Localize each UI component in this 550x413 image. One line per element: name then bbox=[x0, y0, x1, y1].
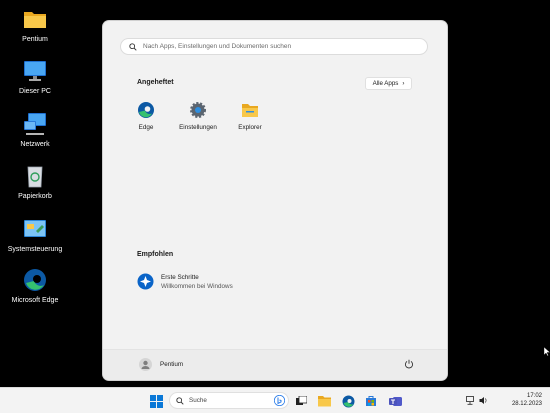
desktop-icon-systemsteuerung[interactable]: Systemsteuerung bbox=[5, 216, 65, 253]
user-name: Pentium bbox=[160, 361, 184, 368]
desktop-icon-netzwerk[interactable]: Netzwerk bbox=[5, 111, 65, 148]
desktop-icon-label: Pentium bbox=[22, 36, 48, 43]
clock-time: 17:02 bbox=[526, 393, 542, 399]
desktop-icon-papierkorb[interactable]: Papierkorb bbox=[5, 163, 65, 200]
power-icon[interactable] bbox=[404, 359, 414, 369]
start-button[interactable] bbox=[148, 393, 164, 409]
search-icon bbox=[129, 42, 137, 51]
network-icon bbox=[24, 113, 46, 135]
get-started-icon bbox=[137, 273, 154, 290]
edge-icon bbox=[24, 269, 46, 291]
mouse-cursor-icon bbox=[544, 347, 550, 357]
desktop-icon-label: Netzwerk bbox=[20, 141, 50, 148]
file-explorer-icon bbox=[242, 104, 258, 117]
store-icon bbox=[366, 396, 376, 406]
windows-logo-icon bbox=[149, 394, 163, 408]
recycle-bin-icon bbox=[27, 166, 43, 188]
pinned-app-label: Einstellungen bbox=[179, 124, 217, 131]
volume-icon[interactable] bbox=[479, 396, 488, 405]
recommended-section-title: Empfohlen bbox=[137, 251, 174, 258]
control-panel-icon bbox=[24, 220, 46, 237]
start-search-box[interactable]: Nach Apps, Einstellungen und Dokumenten … bbox=[120, 38, 428, 55]
desktop-icon-label: Systemsteuerung bbox=[7, 246, 63, 253]
task-view-button[interactable] bbox=[293, 393, 309, 409]
bing-icon[interactable] bbox=[274, 395, 285, 406]
desktop-icon-microsoft-edge[interactable]: Microsoft Edge bbox=[5, 267, 65, 304]
file-explorer-icon bbox=[317, 396, 331, 407]
desktop-icon-label: Dieser PC bbox=[19, 88, 51, 95]
system-clock[interactable]: 17:02 28.12.2023 bbox=[512, 392, 542, 408]
desktop-icon-pentium[interactable]: Pentium bbox=[5, 6, 65, 43]
search-icon bbox=[176, 396, 184, 405]
taskbar-store-button[interactable] bbox=[363, 393, 379, 409]
pinned-app-label: Edge bbox=[138, 124, 154, 131]
taskbar-search-box[interactable]: Suche bbox=[169, 392, 289, 409]
user-avatar-icon bbox=[139, 358, 152, 371]
pinned-section-title: Angeheftet bbox=[137, 79, 174, 86]
settings-gear-icon bbox=[190, 102, 206, 118]
taskbar: Suche 17:02 28.12.2023 bbox=[0, 387, 550, 413]
all-apps-button[interactable]: Alle Apps › bbox=[365, 77, 412, 90]
pinned-app-edge[interactable]: Edge bbox=[121, 101, 171, 131]
monitor-icon bbox=[24, 61, 46, 81]
task-view-icon bbox=[295, 396, 307, 405]
recommended-item-subtitle: Willkommen bei Windows bbox=[161, 282, 233, 290]
start-menu: Nach Apps, Einstellungen und Dokumenten … bbox=[103, 21, 447, 380]
taskbar-search-label: Suche bbox=[189, 397, 207, 404]
teams-icon bbox=[388, 397, 402, 406]
chevron-right-icon: › bbox=[402, 80, 405, 87]
pinned-app-explorer[interactable]: Explorer bbox=[225, 101, 275, 131]
user-account-button[interactable]: Pentium bbox=[139, 358, 183, 371]
network-status-icon[interactable] bbox=[466, 396, 475, 405]
search-placeholder[interactable]: Nach Apps, Einstellungen und Dokumenten … bbox=[143, 43, 291, 50]
desktop-icon-label: Microsoft Edge bbox=[11, 297, 59, 304]
pinned-app-einstellungen[interactable]: Einstellungen bbox=[173, 101, 223, 131]
all-apps-label: Alle Apps bbox=[372, 80, 399, 87]
desktop-icon-dieser-pc[interactable]: Dieser PC bbox=[5, 58, 65, 95]
start-menu-footer: Pentium bbox=[103, 349, 447, 380]
recommended-item-erste-schritte[interactable]: Erste Schritte Willkommen bei Windows bbox=[137, 273, 233, 290]
taskbar-explorer-button[interactable] bbox=[316, 393, 332, 409]
clock-date: 28.12.2023 bbox=[511, 401, 542, 407]
folder-icon bbox=[24, 12, 46, 28]
taskbar-edge-button[interactable] bbox=[340, 393, 356, 409]
edge-icon bbox=[342, 395, 354, 407]
edge-icon bbox=[138, 102, 154, 118]
recommended-item-title: Erste Schritte bbox=[161, 273, 199, 281]
desktop-icon-label: Papierkorb bbox=[18, 193, 52, 200]
taskbar-teams-button[interactable] bbox=[387, 393, 403, 409]
pinned-app-label: Explorer bbox=[238, 124, 262, 131]
